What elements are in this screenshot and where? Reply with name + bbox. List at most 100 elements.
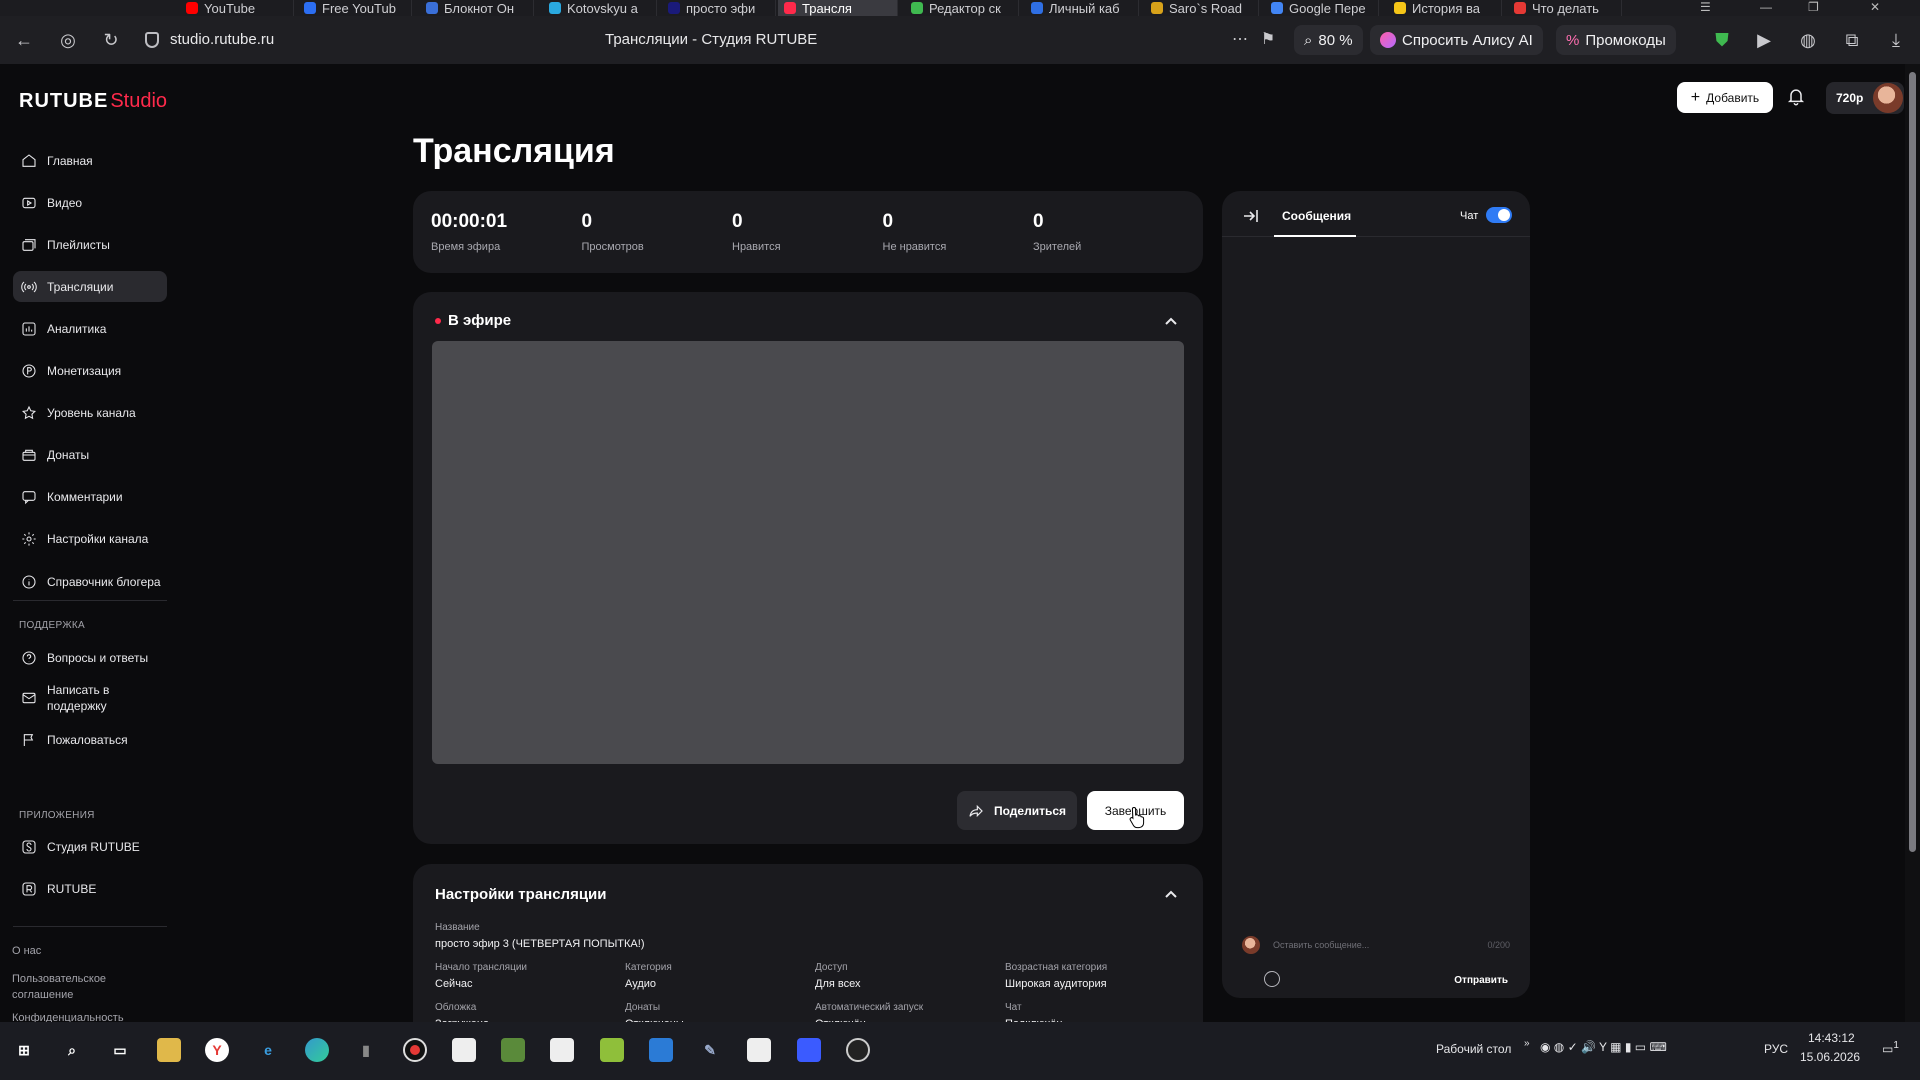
app-blue-icon[interactable] <box>797 1038 821 1062</box>
language-indicator[interactable]: РУС <box>1764 1042 1788 1056</box>
explorer-icon[interactable] <box>157 1038 181 1062</box>
notifications-bell-icon[interactable] <box>1786 86 1808 108</box>
sidebar-item-broadcast[interactable]: Трансляции <box>13 271 167 303</box>
tab-favicon-icon <box>1514 2 1526 14</box>
clock-date[interactable]: 15.06.2026 <box>1800 1050 1860 1064</box>
browser-tab[interactable]: YouTube <box>180 0 294 16</box>
browser-tab[interactable]: Kotovskyu a <box>543 0 657 16</box>
minimize-icon[interactable]: — <box>1760 0 1772 16</box>
obs-icon[interactable] <box>846 1038 870 1062</box>
alice-button[interactable]: Спросить Алису AI <box>1370 25 1543 55</box>
reload-icon[interactable]: ↻ <box>99 28 123 52</box>
sidebar-item-playlist[interactable]: Плейлисты <box>13 229 167 260</box>
browser-tab[interactable]: Что делать <box>1508 0 1622 16</box>
chat-toggle[interactable] <box>1486 207 1512 223</box>
tab-title: Saro`s Road <box>1169 0 1242 16</box>
sidebar-item-video[interactable]: Видео <box>13 187 167 218</box>
video-player[interactable] <box>432 341 1184 764</box>
chat-message-input[interactable]: Оставить сообщение... <box>1273 940 1369 950</box>
recorder-icon[interactable] <box>403 1038 427 1062</box>
taskbar-search-icon[interactable]: ⌕ <box>60 1038 84 1062</box>
sidebar-item-flag[interactable]: Пожаловаться <box>13 724 167 755</box>
clock-time[interactable]: 14:43:12 <box>1808 1031 1855 1045</box>
bookmark-icon[interactable]: ⚑ <box>1256 28 1280 52</box>
sidebar-item-question[interactable]: Вопросы и ответы <box>13 642 167 673</box>
zoom-indicator[interactable]: ⌕ 80 % <box>1294 25 1363 55</box>
sidebar-item-analytics[interactable]: Аналитика <box>13 313 167 344</box>
browser-tab[interactable]: Free YouTub <box>298 0 412 16</box>
document-icon[interactable] <box>747 1038 771 1062</box>
browser-tab[interactable]: Трансля <box>778 0 898 16</box>
sidebar-item-monetization[interactable]: Монетизация <box>13 356 167 387</box>
send-message-button[interactable]: Отправить <box>1454 975 1508 986</box>
extension-shield-icon[interactable]: ⛊ <box>1710 28 1734 52</box>
minecraft-icon[interactable] <box>501 1038 525 1062</box>
footer-privacy-link[interactable]: Конфиденциальность <box>12 1012 124 1022</box>
browser-tab[interactable]: просто эфи <box>662 0 776 16</box>
sidebar-item-comment[interactable]: Комментарии <box>13 482 167 513</box>
hand-cursor-icon <box>1129 806 1145 829</box>
field-label: Доступ <box>815 962 848 973</box>
close-window-icon[interactable]: ✕ <box>1870 0 1880 16</box>
magnifier-icon: ⌕ <box>1304 31 1313 49</box>
sidebar-item-home[interactable]: Главная <box>13 145 167 176</box>
account-menu[interactable]: 720p <box>1826 82 1904 114</box>
sidebar-item-label: Плейлисты <box>47 237 110 252</box>
chat-tab-messages[interactable]: Сообщения <box>1282 209 1351 223</box>
browser-tab[interactable]: Google Пере <box>1265 0 1379 16</box>
footer-terms-link[interactable]: Пользовательское соглашение <box>12 971 132 1003</box>
yandex-id-icon[interactable]: ◎ <box>56 28 80 52</box>
tab-title: Редактор ск <box>929 0 1001 16</box>
desktop-toolbar-label[interactable]: Рабочий стол <box>1436 1042 1511 1056</box>
sidebar-item-star[interactable]: Уровень канала <box>13 398 167 429</box>
sidebar-item-rutube-app[interactable]: RUTUBE <box>13 873 167 904</box>
maximize-icon[interactable]: ❐ <box>1808 0 1819 16</box>
sidebar-item-mail[interactable]: Написать в поддержку <box>13 676 167 720</box>
mouse-app-icon[interactable]: ▮ <box>354 1038 378 1062</box>
notification-center-icon[interactable]: ▭1 <box>1882 1040 1899 1056</box>
analytics-icon <box>21 321 37 337</box>
tray-icons[interactable]: ◉ ◍ ✓ 🔊 Y ▦ ▮ ▭ ⌨ <box>1540 1040 1667 1054</box>
task-view-icon[interactable]: ▭ <box>108 1038 132 1062</box>
collapse-settings-chevron-icon[interactable] <box>1164 888 1178 902</box>
document-icon[interactable] <box>452 1038 476 1062</box>
back-icon[interactable]: ← <box>12 28 36 52</box>
more-icon[interactable]: ⋯ <box>1228 28 1252 52</box>
sidebar-item-studio-app[interactable]: Студия RUTUBE <box>13 831 167 862</box>
collections-icon[interactable]: ⧉ <box>1840 28 1864 52</box>
internet-explorer-icon[interactable]: e <box>256 1038 280 1062</box>
paint-icon[interactable]: ✎ <box>698 1038 722 1062</box>
browser-tab[interactable]: Блокнот Он <box>420 0 534 16</box>
tray-expand-icon[interactable]: » <box>1524 1038 1530 1049</box>
address-field[interactable]: studio.rutube.ru <box>170 31 274 48</box>
sidebar-item-donate[interactable]: Донаты <box>13 440 167 471</box>
footer-about-link[interactable]: О нас <box>12 945 41 957</box>
share-button[interactable]: Поделиться <box>957 791 1077 830</box>
add-button[interactable]: + Добавить <box>1677 82 1773 113</box>
start-icon[interactable]: ⊞ <box>12 1038 36 1062</box>
download-icon[interactable]: ⤓ <box>1884 28 1908 52</box>
browser-menu-icon[interactable]: ☰ <box>1700 0 1711 16</box>
store-icon[interactable] <box>649 1038 673 1062</box>
browser-tab[interactable]: Личный каб <box>1025 0 1139 16</box>
collapse-chat-icon[interactable] <box>1242 207 1260 225</box>
promo-button[interactable]: % Промокоды <box>1556 25 1676 55</box>
edge-icon[interactable] <box>305 1038 329 1062</box>
info-icon <box>21 574 37 590</box>
globe-icon[interactable]: ◍ <box>1796 28 1820 52</box>
notepad-plus-icon[interactable] <box>600 1038 624 1062</box>
scrollbar-thumb[interactable] <box>1909 72 1916 852</box>
yandex-browser-icon[interactable]: Y <box>205 1038 229 1062</box>
chat-char-counter: 0/200 <box>1487 940 1510 950</box>
sidebar-item-gear[interactable]: Настройки канала <box>13 524 167 555</box>
site-security-icon[interactable] <box>145 32 159 48</box>
collapse-live-chevron-icon[interactable] <box>1164 315 1178 329</box>
browser-tab[interactable]: Редактор ск <box>905 0 1019 16</box>
sidebar-item-info[interactable]: Справочник блогера <box>13 566 167 597</box>
emoji-icon[interactable] <box>1264 971 1280 987</box>
page-scrollbar[interactable] <box>1905 64 1920 1022</box>
document-icon[interactable] <box>550 1038 574 1062</box>
browser-tab[interactable]: История ва <box>1388 0 1502 16</box>
play-extension-icon[interactable]: ▶ <box>1752 28 1776 52</box>
browser-tab[interactable]: Saro`s Road <box>1145 0 1259 16</box>
